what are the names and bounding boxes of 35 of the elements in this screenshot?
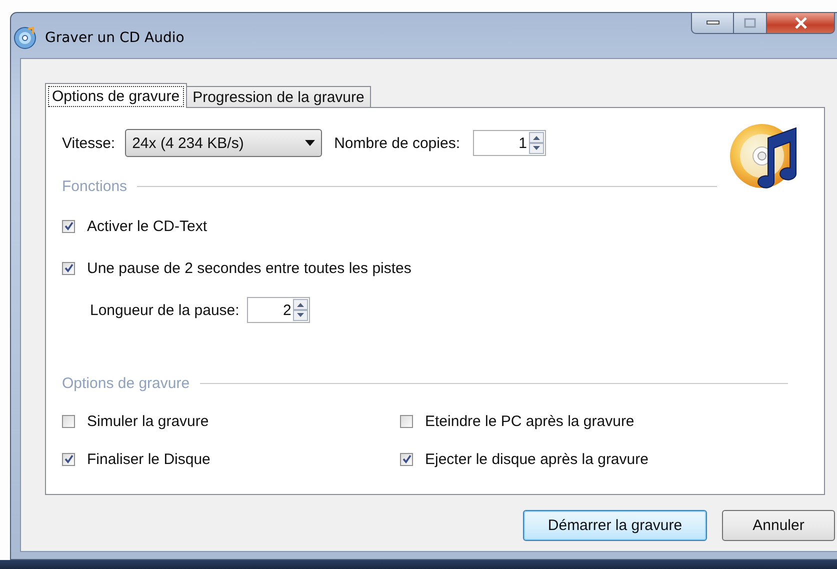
- checkbox-label[interactable]: Eteindre le PC après la gravure: [425, 412, 634, 430]
- checkbox-label[interactable]: Finaliser le Disque: [87, 450, 210, 468]
- spin-arrows-icon[interactable]: [529, 132, 544, 154]
- checkbox[interactable]: [62, 452, 75, 466]
- checkbox[interactable]: [400, 452, 413, 466]
- close-icon: [794, 17, 808, 29]
- checkbox-label[interactable]: Simuler la gravure: [87, 412, 209, 430]
- caret-icon: [305, 140, 316, 146]
- section-title: Fonctions: [62, 178, 128, 194]
- checkbox[interactable]: [400, 414, 413, 428]
- checkbox[interactable]: [62, 414, 75, 428]
- number-field[interactable]: 1: [473, 130, 546, 156]
- checkbox-label[interactable]: Ejecter le disque après la gravure: [425, 450, 648, 468]
- section-title: Options de gravure: [62, 374, 190, 392]
- maximize-button[interactable]: [734, 12, 767, 34]
- speed-dropdown[interactable]: 24x (4 234 KB/s): [125, 129, 322, 157]
- checkbox-label[interactable]: Activer le CD-Text: [87, 218, 208, 234]
- field-label: Nombre de copies:: [334, 134, 460, 152]
- cd-icon: [13, 26, 37, 50]
- checkbox-label[interactable]: Une pause de 2 secondes entre toutes les pistes: [87, 260, 412, 276]
- maximize-icon: [744, 18, 756, 28]
- minimize-icon: [706, 20, 720, 26]
- minimize-button[interactable]: [691, 12, 734, 34]
- dialog-button[interactable]: Démarrer la gravure: [523, 510, 707, 541]
- spin-arrows-icon[interactable]: [293, 299, 308, 321]
- tab[interactable]: Progression de la gravure: [186, 86, 372, 107]
- field-label: Vitesse:: [62, 134, 116, 152]
- window-title: Graver un CD Audio: [45, 30, 184, 46]
- checkbox[interactable]: [62, 220, 75, 232]
- field-label: Longueur de la pause:: [90, 302, 240, 318]
- number-field[interactable]: 2: [247, 297, 310, 323]
- checkbox[interactable]: [62, 262, 75, 274]
- dialog-button[interactable]: Annuler: [722, 510, 835, 541]
- close-button[interactable]: [767, 12, 835, 34]
- tab[interactable]: Options de gravure: [45, 83, 187, 108]
